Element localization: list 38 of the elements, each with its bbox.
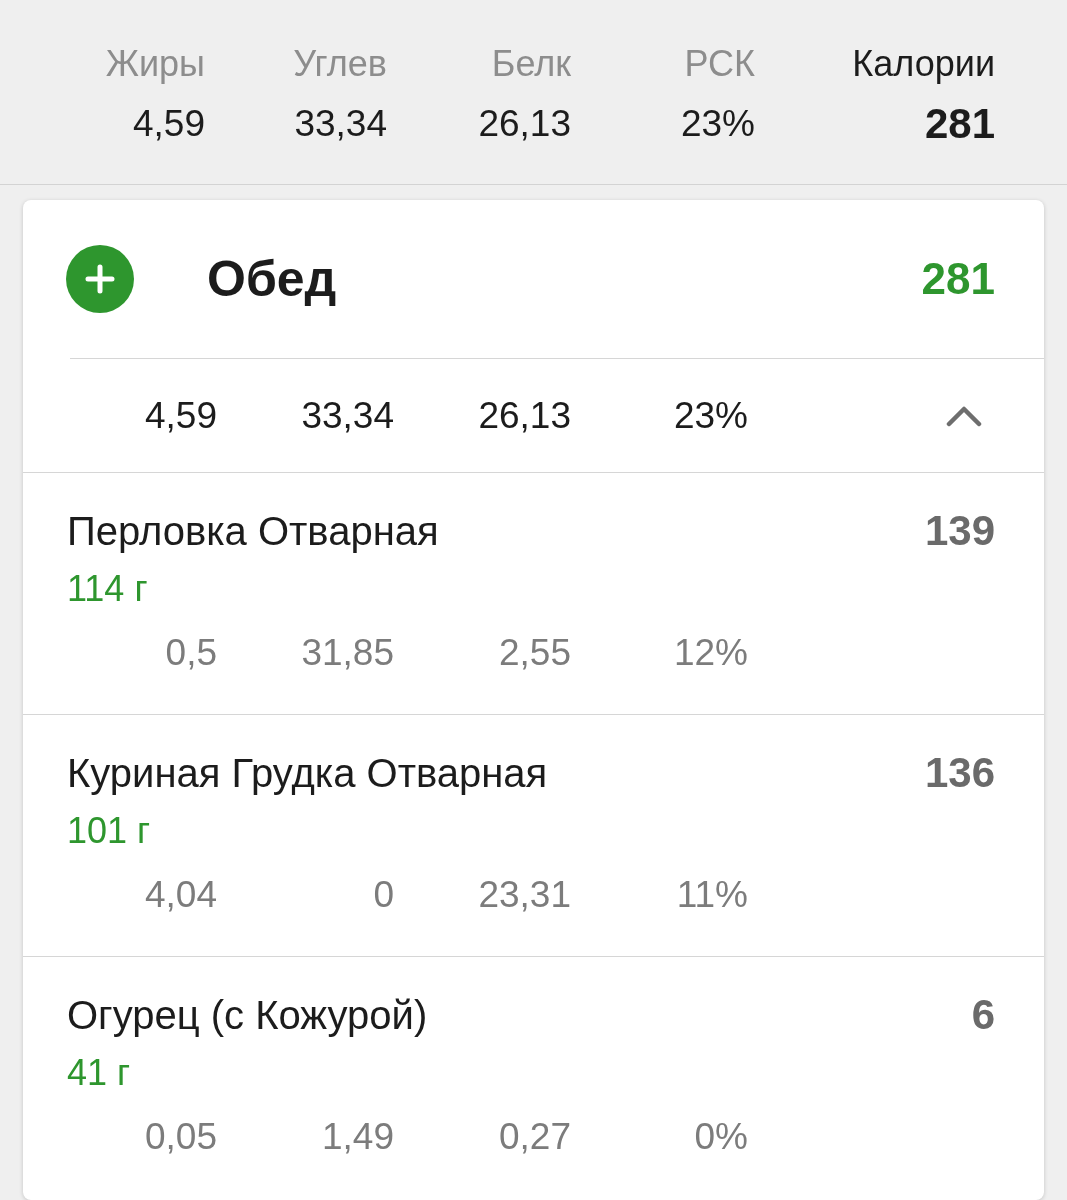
macro-value: 33,34 — [294, 104, 387, 144]
calories-value: 281 — [924, 104, 995, 144]
macro-value: 26,13 — [478, 104, 571, 144]
chevron-up-icon[interactable] — [946, 404, 982, 427]
meal-calories: 281 — [921, 254, 995, 304]
macro-label: Жиры — [105, 44, 205, 84]
food-name: Огурец (с Кожурой) — [67, 992, 428, 1039]
food-macro-value: 0 — [372, 874, 394, 916]
macro-value: 4,59 — [133, 104, 205, 144]
macro-label: РСК — [684, 44, 755, 84]
meal-total-value: 26,13 — [477, 394, 571, 437]
food-macro-value: 4,04 — [144, 874, 217, 916]
food-weight: 101 г — [67, 809, 151, 853]
meal-total-value: 4,59 — [144, 394, 217, 437]
meal-total-value: 33,34 — [300, 394, 394, 437]
food-weight: 41 г — [67, 1051, 131, 1095]
meal-title: Обед — [207, 250, 338, 308]
food-macro-value: 0,27 — [498, 1116, 571, 1158]
food-macro-value: 0,05 — [144, 1116, 217, 1158]
food-macro-value: 0,5 — [164, 632, 217, 674]
food-macro-value: 31,85 — [300, 632, 394, 674]
meal-total-value: 23% — [672, 394, 748, 437]
food-name: Куриная Грудка Отварная — [67, 750, 548, 797]
food-calories: 136 — [924, 749, 995, 797]
food-calories: 139 — [924, 507, 995, 555]
food-macro-value: 0% — [693, 1116, 748, 1158]
food-calories: 6 — [971, 991, 995, 1039]
food-macro-value: 2,55 — [498, 632, 571, 674]
macro-label: Белк — [491, 44, 571, 84]
food-weight: 114 г — [67, 567, 148, 611]
food-macro-value: 11% — [675, 874, 748, 916]
food-macro-value: 1,49 — [321, 1116, 394, 1158]
macro-value: 23% — [680, 104, 755, 144]
calories-label: Калории — [852, 44, 995, 84]
macro-label: Углев — [293, 44, 387, 84]
food-macro-value: 23,31 — [477, 874, 571, 916]
food-name: Перловка Отварная — [67, 508, 439, 555]
food-macro-value: 12% — [672, 632, 748, 674]
